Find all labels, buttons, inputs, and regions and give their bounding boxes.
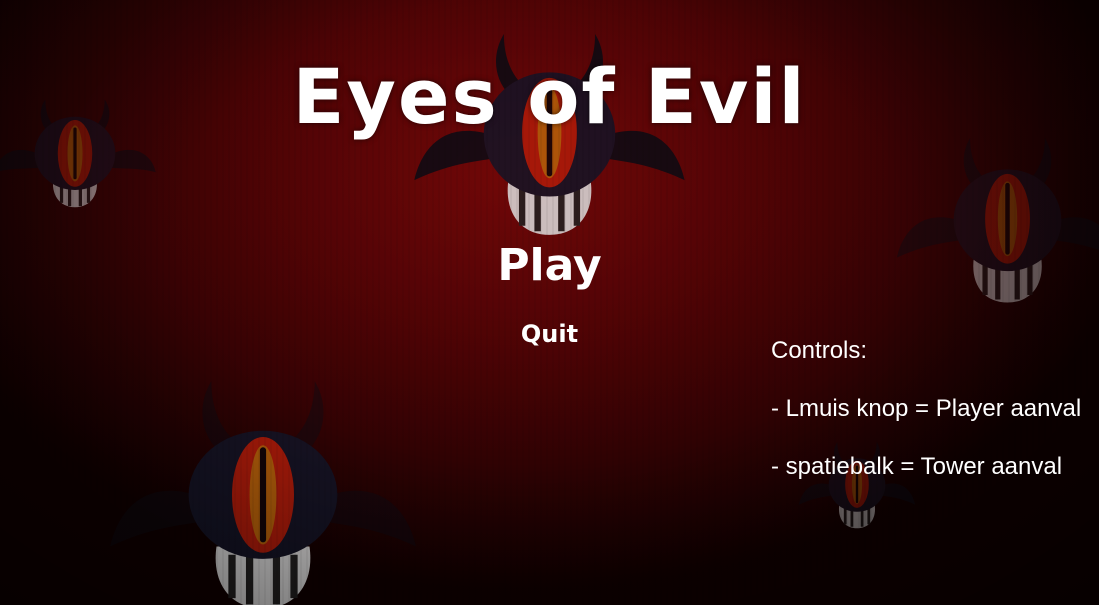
quit-button-label: Quit xyxy=(520,320,579,348)
controls-panel: Controls: - Lmuis knop = Player aanval -… xyxy=(771,336,1086,481)
controls-heading: Controls: xyxy=(771,337,868,364)
control-line-tower-attack: - spatiebalk = Tower aanval xyxy=(771,453,1063,480)
demon-eye-creature-bottom-left xyxy=(108,380,418,605)
game-title: Eyes of Evil xyxy=(292,52,807,141)
control-line-player-attack: - Lmuis knop = Player aanval xyxy=(771,395,1082,422)
main-menu-screen: Eyes of Evil Play Quit Controls: - Lmuis… xyxy=(0,0,1099,605)
play-button-label: Play xyxy=(497,240,602,291)
play-button[interactable]: Play xyxy=(0,240,1099,291)
